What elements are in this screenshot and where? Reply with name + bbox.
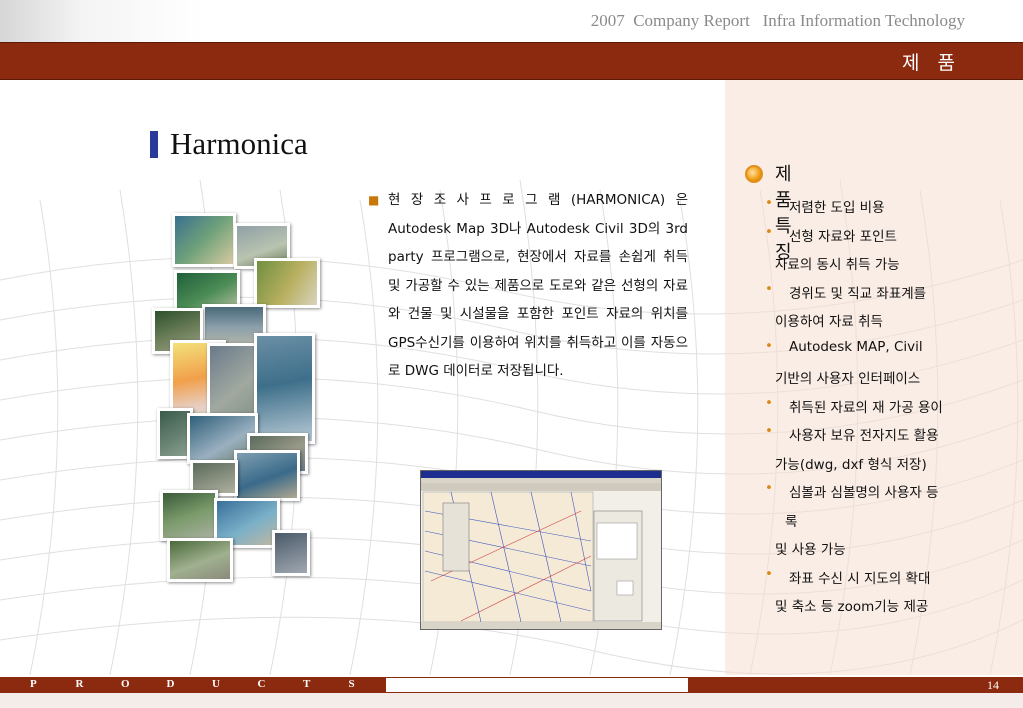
feature-line: • 취득된 자료의 재 가공 용이 <box>765 395 943 416</box>
feature-line: • 좌표 수신 시 지도의 확대 <box>765 566 931 587</box>
feature-text: 기반의 사용자 인터페이스 <box>775 371 921 387</box>
photo-aerial-coast <box>172 213 236 267</box>
feature-text: 이용하여 자료 취득 <box>775 314 883 330</box>
page-number: 14 <box>987 678 999 692</box>
section-bar: 제 품 <box>0 42 1023 80</box>
feature-line: 이용하여 자료 취득 <box>775 310 883 330</box>
footer-bar: P R O D U C T S 14 <box>0 677 1023 693</box>
feature-text: 심볼과 심볼명의 사용자 등 <box>789 485 939 501</box>
feature-line: • 사용자 보유 전자지도 활용 <box>765 423 939 444</box>
feature-line: 자료의 동시 취득 가능 <box>775 253 900 273</box>
photo-aerial-blocks <box>272 530 310 576</box>
software-screenshot-drawing <box>421 471 661 629</box>
page-title: Harmonica <box>170 126 308 161</box>
bullet-icon: • <box>765 280 773 297</box>
photo-aerial-road <box>167 538 233 582</box>
photo-collage <box>152 208 322 582</box>
bullet-icon: • <box>765 480 773 496</box>
footer-letter: C <box>257 678 266 690</box>
feature-text: 경위도 및 직교 좌표계를 <box>789 285 927 302</box>
photo-aerial-mountain <box>160 490 218 541</box>
bullet-icon: • <box>765 394 773 411</box>
feature-line: 가능(dwg, dxf 형식 저장) <box>775 453 927 473</box>
feature-line: • 심볼과 심볼명의 사용자 등 <box>765 480 939 501</box>
bullet-icon: • <box>765 337 773 354</box>
footer-letter: D <box>166 678 175 690</box>
feature-text: 록 <box>785 513 798 530</box>
feature-text: 취득된 자료의 재 가공 용이 <box>789 399 943 416</box>
feature-text: 및 사용 가능 <box>775 542 846 558</box>
bullet-icon: • <box>765 565 773 582</box>
software-screenshot <box>420 470 662 630</box>
bullet-icon: • <box>765 223 773 240</box>
feature-line: 록 <box>785 510 797 530</box>
product-description: ■ 현 장 조 사 프 로 그 램 (HARMONICA) 은 Autodesk… <box>368 186 688 386</box>
photo-aerial-field <box>254 258 320 308</box>
title-marker <box>150 131 158 158</box>
photo-aerial-harbor <box>254 333 315 444</box>
header-band: 2007 Company Report Infra Information Te… <box>0 0 1023 42</box>
bullet-icon: ■ <box>368 193 380 207</box>
footer-strip <box>0 693 1023 708</box>
report-title: 2007 Company Report Infra Information Te… <box>590 11 965 30</box>
feature-line: • 저렴한 도입 비용 <box>765 195 885 216</box>
bullet-icon: • <box>765 423 773 439</box>
footer-letter: O <box>121 678 130 690</box>
footer-letter: P <box>30 678 37 690</box>
feature-line: • 경위도 및 직교 좌표계를 <box>765 281 927 302</box>
footer-letter: U <box>212 678 220 690</box>
description-text: 현 장 조 사 프 로 그 램 (HARMONICA) 은 Autodesk M… <box>388 192 688 379</box>
bullet-icon: • <box>765 195 773 211</box>
feature-line: • Autodesk MAP, Civil <box>765 338 923 355</box>
section-title: 제 품 <box>902 52 961 74</box>
feature-line: 기반의 사용자 인터페이스 <box>775 367 920 387</box>
feature-text: Autodesk MAP, Civil <box>789 338 923 355</box>
feature-text: 가능(dwg, dxf 형식 저장) <box>775 456 927 473</box>
feature-text: 저렴한 도입 비용 <box>789 200 885 216</box>
products-letters: PRODUCTS <box>0 677 386 693</box>
feature-text: 선형 자료와 포인트 <box>789 228 897 245</box>
footer-letter: R <box>75 678 84 690</box>
footer-white-box <box>386 678 688 692</box>
feature-text: 사용자 보유 전자지도 활용 <box>789 428 939 444</box>
feature-text: 및 축소 등 zoom기능 제공 <box>775 599 929 615</box>
feature-text: 좌표 수신 시 지도의 확대 <box>789 570 931 587</box>
feature-text: 자료의 동시 취득 가능 <box>775 257 900 273</box>
feature-line: • 선형 자료와 포인트 <box>765 224 897 245</box>
orange-circle-icon <box>745 165 763 183</box>
feature-line: 및 사용 가능 <box>775 538 846 558</box>
photo-aerial-bay <box>234 450 300 501</box>
footer-letter: S <box>348 678 355 690</box>
feature-line: 및 축소 등 zoom기능 제공 <box>775 595 928 615</box>
footer-letter: T <box>303 678 311 690</box>
